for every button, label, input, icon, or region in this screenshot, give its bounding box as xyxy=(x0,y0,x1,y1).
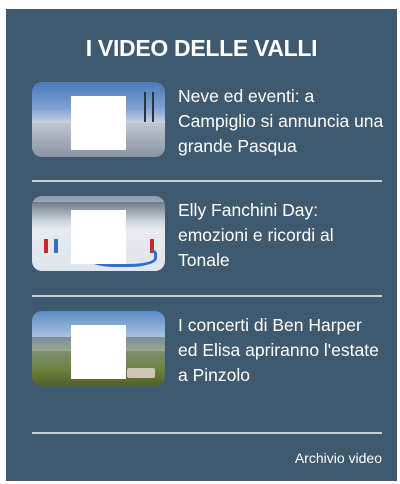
thumbnail-placeholder xyxy=(71,96,126,150)
thumbnail-scenery xyxy=(44,239,48,253)
video-thumbnail[interactable] xyxy=(32,311,165,386)
archive-video-link[interactable]: Archivio video xyxy=(295,450,382,466)
divider xyxy=(32,432,382,434)
widget-title: I VIDEO DELLE VALLI xyxy=(85,35,318,61)
divider xyxy=(32,180,382,182)
video-thumbnail[interactable] xyxy=(32,196,165,271)
video-headline[interactable]: Elly Fanchini Day: emozioni e ricordi al… xyxy=(178,198,384,273)
video-item[interactable]: Neve ed eventi: a Campiglio si annuncia … xyxy=(32,82,384,164)
thumbnail-scenery xyxy=(127,368,155,378)
video-widget: I VIDEO DELLE VALLI Neve ed eventi: a Ca… xyxy=(6,9,397,481)
thumbnail-scenery xyxy=(152,92,154,122)
video-headline[interactable]: I concerti di Ben Harper ed Elisa aprira… xyxy=(178,313,384,388)
divider xyxy=(32,295,382,297)
video-item[interactable]: Elly Fanchini Day: emozioni e ricordi al… xyxy=(32,196,382,278)
video-item[interactable]: I concerti di Ben Harper ed Elisa aprira… xyxy=(32,311,382,421)
video-thumbnail[interactable] xyxy=(32,82,165,157)
video-headline[interactable]: Neve ed eventi: a Campiglio si annuncia … xyxy=(178,84,384,159)
thumbnail-placeholder xyxy=(71,210,126,264)
thumbnail-scenery xyxy=(144,92,146,122)
thumbnail-scenery xyxy=(54,239,58,253)
thumbnail-placeholder xyxy=(71,325,126,379)
